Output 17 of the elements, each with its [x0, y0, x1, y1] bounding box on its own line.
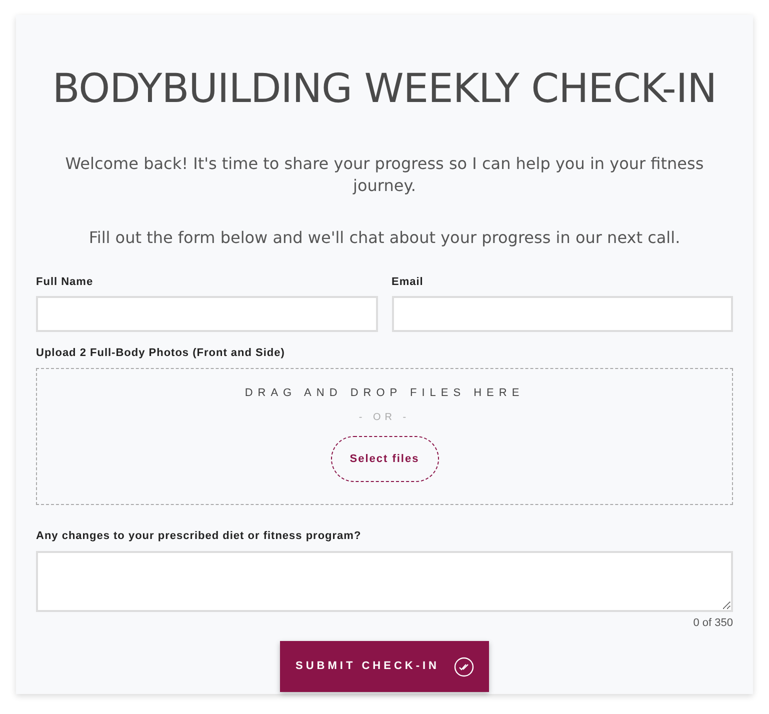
field-label: Any changes to your prescribed diet or fitness program? [36, 529, 362, 543]
intro-text: Welcome back! It's time to share your progress so I can help you in your fitness journey. [64, 153, 705, 197]
text-area[interactable] [36, 551, 733, 612]
input-field[interactable] [392, 296, 733, 332]
page-title: BODYBUILDING WEEKLY CHECK-IN [51, 65, 718, 113]
field-label: Email [392, 275, 424, 289]
field-label: Full Name [36, 275, 94, 289]
dropzone[interactable]: DRAG AND DROP FILES HERE - OR - Select files [36, 368, 733, 505]
character-counter: 0 of 350 [692, 616, 733, 630]
check-circle-icon [454, 656, 474, 676]
intro-text: Fill out the form below and we'll chat about your progress in our next call. [88, 227, 680, 249]
input-field[interactable] [36, 296, 378, 332]
drop-text: DRAG AND DROP FILES HERE [244, 386, 524, 400]
field-label: Upload 2 Full-Body Photos (Front and Side) [36, 346, 286, 360]
select-files-button[interactable]: Select files [330, 436, 438, 482]
submit-button[interactable]: SUBMIT CHECK-IN [280, 641, 489, 692]
or-text: - OR - [358, 411, 410, 425]
